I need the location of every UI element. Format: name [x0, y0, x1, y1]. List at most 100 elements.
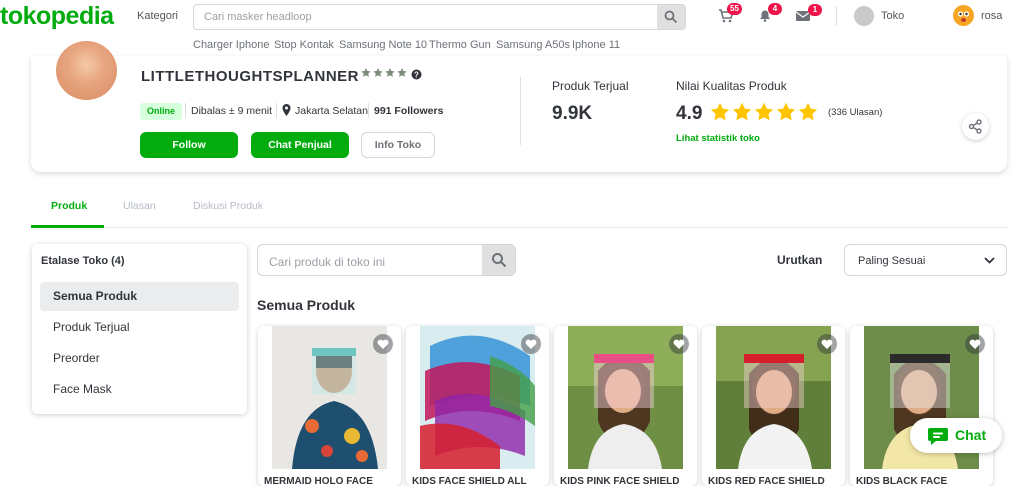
shop-info-button[interactable]: Info Toko: [361, 132, 435, 158]
top-header: tokopedia Kategori Cari masker headloop …: [0, 0, 1024, 56]
shop-product-search-input[interactable]: Cari produk di toko ini: [269, 255, 385, 269]
user-name[interactable]: rosa: [981, 10, 1002, 22]
chevron-down-icon: [984, 257, 995, 264]
product-card[interactable]: KIDS RED FACE SHIELD: [702, 326, 845, 486]
rating-stars: [710, 102, 820, 126]
search-suggestion[interactable]: Charger Iphone: [193, 39, 269, 51]
online-status-badge: Online: [140, 103, 182, 120]
product-title: KIDS PINK FACE SHIELD: [560, 476, 680, 486]
etalase-item[interactable]: Semua Produk: [53, 289, 137, 303]
product-card[interactable]: KIDS BLACK FACE: [850, 326, 993, 486]
shop-product-search-button[interactable]: [482, 245, 515, 275]
shop-avatar-large[interactable]: [56, 41, 117, 100]
tab-ulasan[interactable]: Ulasan: [123, 200, 156, 212]
wishlist-button[interactable]: [669, 334, 689, 354]
search-input[interactable]: Cari masker headloop: [204, 11, 312, 23]
heart-icon: [969, 339, 981, 349]
product-image: [568, 326, 683, 469]
reply-time: Dibalas ± 9 menit: [191, 105, 273, 117]
search-suggestion[interactable]: Stop Kontak: [274, 39, 334, 51]
divider: [185, 103, 186, 118]
product-card[interactable]: MERMAID HOLO FACE: [258, 326, 401, 486]
help-icon[interactable]: ?: [411, 69, 422, 80]
wishlist-button[interactable]: [965, 334, 985, 354]
tab-diskusi-produk[interactable]: Diskusi Produk: [193, 200, 263, 212]
notification-count-badge: 4: [768, 3, 782, 15]
product-image: [716, 326, 831, 469]
search-bar[interactable]: Cari masker headloop: [193, 4, 686, 30]
product-card[interactable]: KIDS FACE SHIELD ALL: [406, 326, 549, 486]
svg-text:?: ?: [414, 70, 419, 79]
shop-location: Jakarta Selatan: [295, 105, 368, 117]
share-button[interactable]: [962, 113, 989, 140]
tab-produk[interactable]: Produk: [51, 200, 87, 212]
product-image: [272, 326, 387, 469]
wishlist-button[interactable]: [817, 334, 837, 354]
tokopedia-logo[interactable]: tokopedia: [0, 2, 114, 31]
search-suggestion[interactable]: Samsung A50s: [496, 39, 570, 51]
star-icon: [798, 102, 818, 121]
shop-stats-link[interactable]: Lihat statistik toko: [676, 133, 760, 144]
search-suggestion[interactable]: Thermo Gun: [429, 39, 491, 51]
cart-count-badge: 55: [727, 3, 742, 15]
shop-name: LITTLETHOUGHTSPLANNER: [141, 68, 359, 85]
followers-count: 991 Followers: [374, 105, 444, 117]
inbox-count-badge: 1: [808, 4, 822, 16]
divider: [276, 103, 277, 118]
share-icon: [968, 119, 982, 134]
sort-dropdown[interactable]: Paling Sesuai: [844, 244, 1007, 276]
search-icon: [492, 253, 507, 268]
chat-seller-button[interactable]: Chat Penjual: [251, 132, 349, 158]
location-pin-icon: [282, 104, 291, 116]
product-image: [420, 326, 535, 469]
floating-chat-button[interactable]: Chat: [910, 418, 1002, 453]
kategori-link[interactable]: Kategori: [137, 10, 178, 22]
divider: [836, 6, 837, 26]
shop-badge-icon: [361, 68, 407, 77]
section-title: Semua Produk: [257, 297, 356, 313]
wishlist-button[interactable]: [521, 334, 541, 354]
search-icon: [664, 10, 678, 24]
star-icon: [776, 102, 796, 121]
chat-bubble-icon: [928, 428, 948, 445]
active-tab-indicator: [31, 225, 104, 228]
product-title: KIDS RED FACE SHIELD: [708, 476, 825, 486]
sort-value: Paling Sesuai: [858, 255, 926, 267]
user-avatar[interactable]: [953, 5, 974, 26]
follow-button[interactable]: Follow: [140, 132, 238, 158]
etalase-item[interactable]: Produk Terjual: [53, 320, 130, 334]
star-icon: [732, 102, 752, 121]
divider: [520, 77, 521, 145]
heart-icon: [377, 339, 389, 349]
product-card[interactable]: KIDS PINK FACE SHIELD: [554, 326, 697, 486]
heart-icon: [673, 339, 685, 349]
star-icon: [754, 102, 774, 121]
rating-value: 4.9: [676, 103, 703, 124]
product-title: KIDS FACE SHIELD ALL: [412, 476, 527, 486]
cart-button[interactable]: 55: [718, 3, 742, 28]
star-icon: [710, 102, 730, 121]
wishlist-button[interactable]: [373, 334, 393, 354]
divider: [368, 103, 369, 118]
search-button[interactable]: [657, 5, 685, 29]
search-suggestion[interactable]: Iphone 11: [572, 39, 620, 51]
heart-icon: [821, 339, 833, 349]
quality-label: Nilai Kualitas Produk: [676, 79, 787, 93]
notification-button[interactable]: 4: [757, 3, 782, 27]
shop-avatar[interactable]: [854, 6, 874, 26]
etalase-title: Etalase Toko (4): [41, 255, 125, 267]
emoji-face-icon: [957, 11, 970, 22]
search-suggestion[interactable]: Samsung Note 10: [339, 39, 427, 51]
sort-label: Urutkan: [777, 253, 823, 267]
toko-link[interactable]: Toko: [881, 10, 904, 22]
shop-product-search[interactable]: Cari produk di toko ini: [257, 244, 516, 276]
products-sold-label: Produk Terjual: [552, 79, 629, 93]
etalase-item[interactable]: Face Mask: [53, 382, 112, 396]
face-shield-band: [312, 348, 356, 356]
inbox-button[interactable]: 1: [795, 4, 822, 28]
etalase-item[interactable]: Preorder: [53, 351, 100, 365]
products-sold-value: 9.9K: [552, 103, 593, 124]
heart-icon: [525, 339, 537, 349]
review-count: (336 Ulasan): [828, 107, 883, 118]
chat-label: Chat: [955, 427, 987, 443]
